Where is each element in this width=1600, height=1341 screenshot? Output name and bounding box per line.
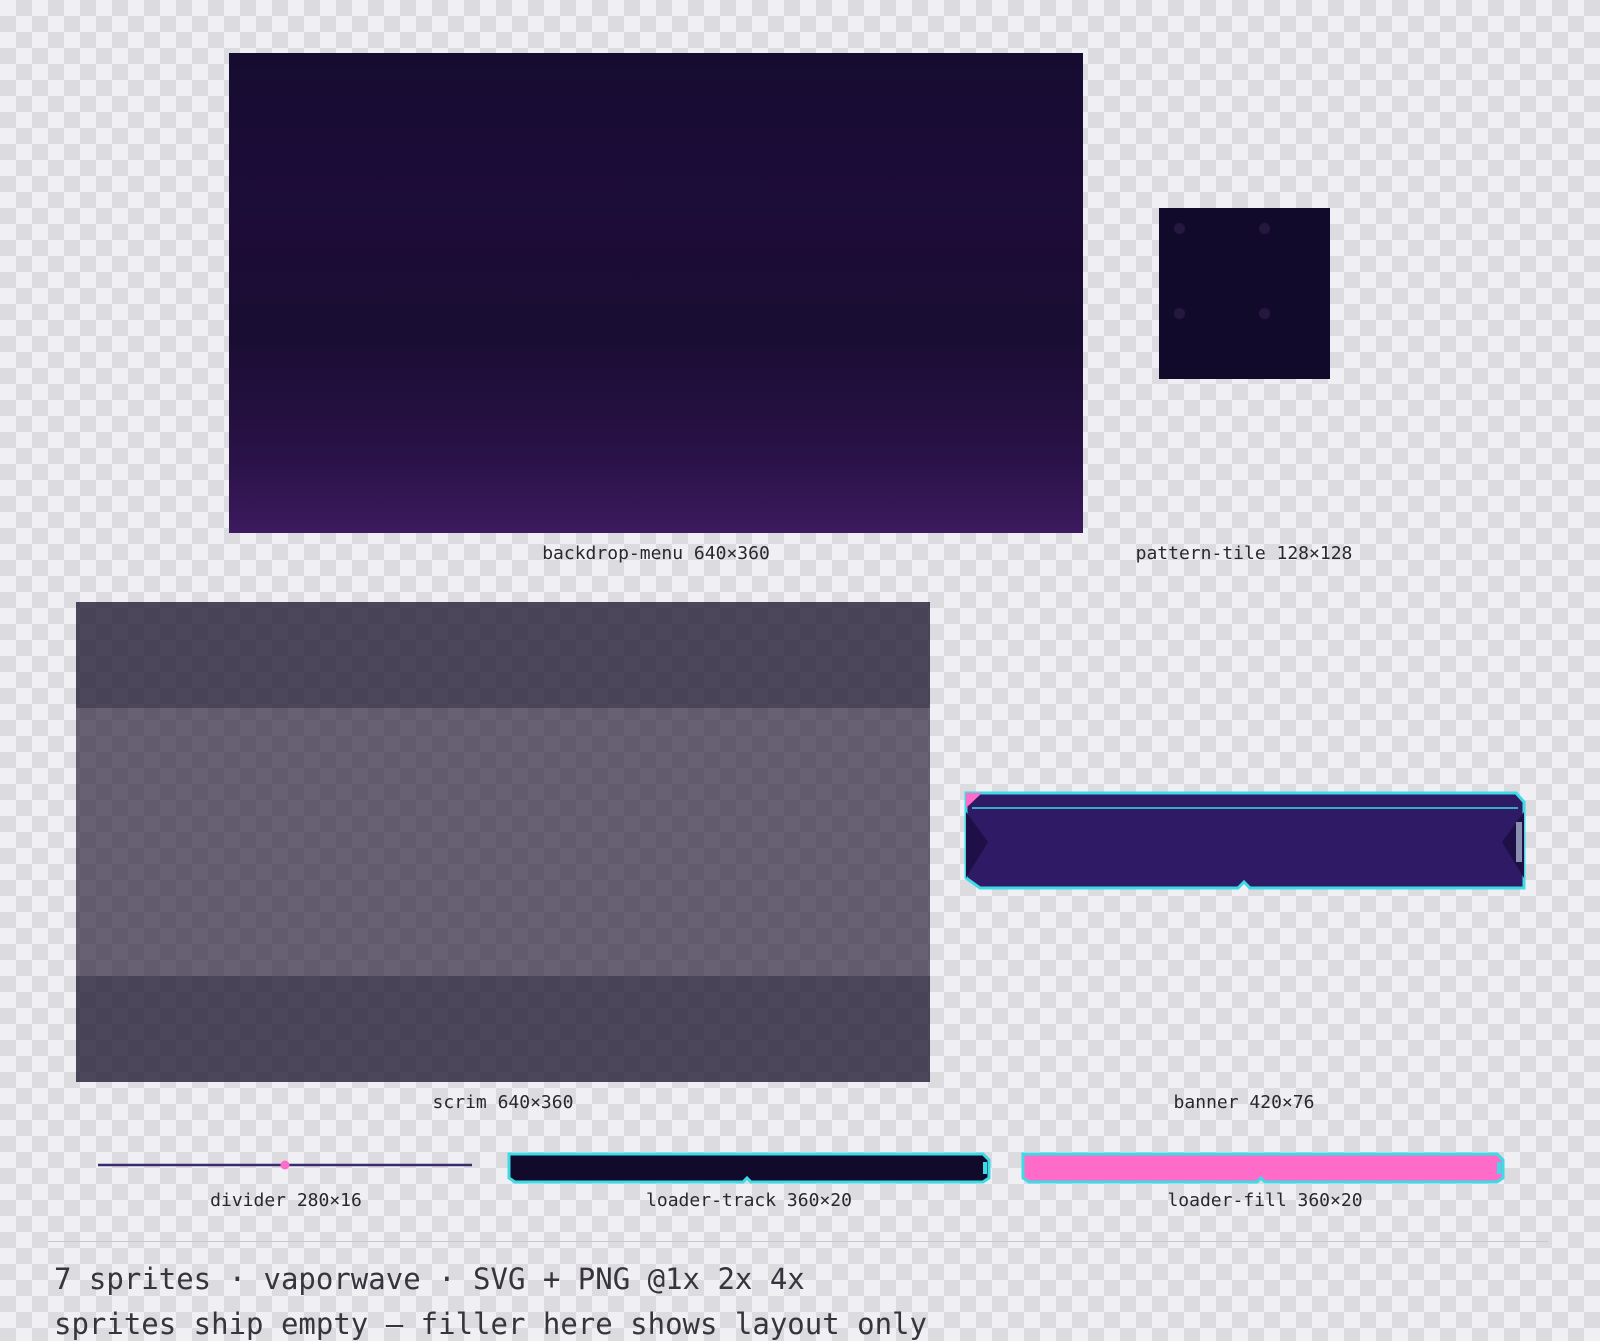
banner-sprite [964, 791, 1526, 890]
scrim-top-band [76, 602, 930, 708]
loader-fill-label: loader-fill 360×20 [1167, 1190, 1363, 1211]
divider-sprite [98, 1160, 472, 1170]
loader-fill-body [1021, 1152, 1505, 1184]
banner-label: banner 420×76 [1173, 1092, 1315, 1113]
loader-track-body [507, 1152, 991, 1184]
divider-label: divider 280×16 [210, 1190, 362, 1211]
scrim-sprite [76, 602, 930, 1082]
backdrop-menu-sprite [229, 53, 1083, 533]
pattern-tile-sprite [1159, 208, 1330, 379]
footer-summary: 7 sprites · vaporwave · SVG + PNG @1x 2x… [54, 1262, 805, 1296]
scrim-bottom-band [76, 976, 930, 1082]
footer-note: sprites ship empty — filler here shows l… [54, 1307, 927, 1341]
loader-fill-sprite [1021, 1152, 1505, 1184]
backdrop-menu-label: backdrop-menu 640×360 [542, 543, 770, 564]
divider-center-dot [280, 1160, 290, 1170]
loader-fill-end-cap [1497, 1162, 1501, 1174]
loader-track-label: loader-track 360×20 [646, 1190, 852, 1211]
loader-track-sprite [507, 1152, 991, 1184]
banner-right-tab [1516, 822, 1522, 862]
loader-track-end-cap [983, 1162, 987, 1174]
pattern-tile-label: pattern-tile 128×128 [1135, 543, 1353, 564]
scrim-label: scrim 640×360 [432, 1092, 574, 1113]
footer-divider [48, 1241, 1548, 1242]
